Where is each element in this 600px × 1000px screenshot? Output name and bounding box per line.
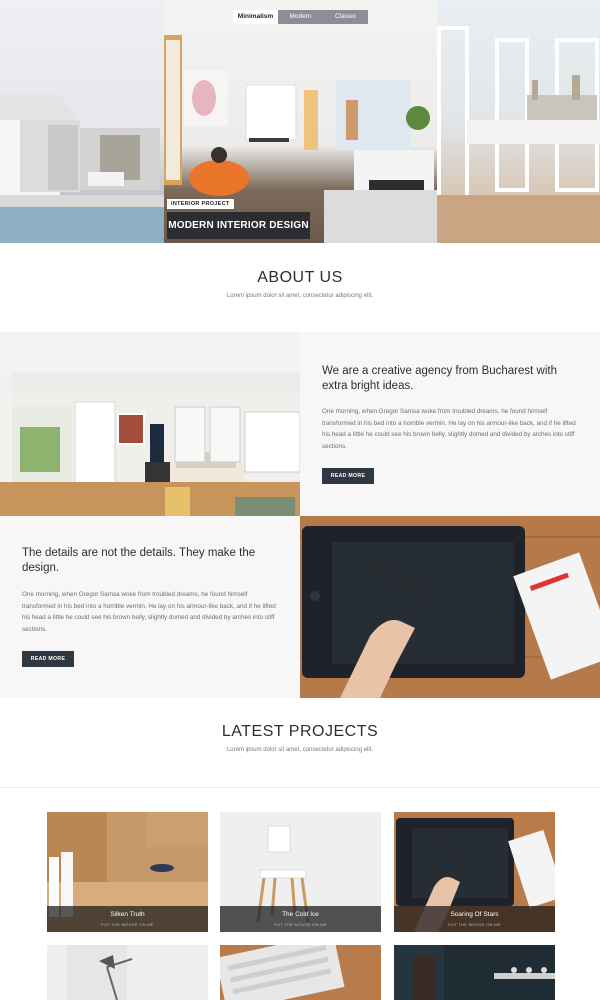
- project-card-hint: PUT THE MOUSE ON ME: [448, 922, 501, 927]
- project-card[interactable]: The Cold Ice PUT THE MOUSE ON ME: [220, 812, 381, 932]
- project-card-overlay: Silken Truth PUT THE MOUSE ON ME: [47, 906, 208, 932]
- project-card-guitar[interactable]: [394, 945, 555, 1000]
- project-card[interactable]: Silken Truth PUT THE MOUSE ON ME: [47, 812, 208, 932]
- tab-classic[interactable]: Classic: [323, 10, 368, 24]
- hero-image-left: [0, 0, 164, 243]
- project-card-overlay: Soaring Of Stars PUT THE MOUSE ON ME: [394, 906, 555, 932]
- feature-body: One morning, when Gregor Samsa woke from…: [22, 591, 276, 633]
- project-card-keyboard[interactable]: [220, 945, 381, 1000]
- project-card[interactable]: Soaring Of Stars PUT THE MOUSE ON ME: [394, 812, 555, 932]
- project-card-title: The Cold Ice: [282, 911, 319, 918]
- about-title: ABOUT US: [257, 269, 343, 286]
- feature-text-agency: We are a creative agency from Bucharest …: [300, 332, 600, 516]
- feature-body: One morning, when Gregor Samsa woke from…: [322, 408, 576, 450]
- hero-caption-tag: INTERIOR PROJECT: [167, 199, 234, 209]
- section-divider: [0, 787, 600, 788]
- read-more-button[interactable]: READ MORE: [22, 651, 74, 667]
- feature-heading: The details are not the details. They ma…: [22, 547, 256, 574]
- project-card-hint: PUT THE MOUSE ON ME: [274, 922, 327, 927]
- project-card-hint: PUT THE MOUSE ON ME: [101, 922, 154, 927]
- hero-image-right: [437, 0, 600, 243]
- style-tabs: Minimalism Modern Classic: [233, 10, 368, 24]
- feature-image-living-room: [0, 332, 300, 516]
- hero-caption-title[interactable]: MODERN INTERIOR DESIGN: [167, 212, 310, 239]
- project-card-lamp[interactable]: [47, 945, 208, 1000]
- project-card-title: Silken Truth: [110, 911, 145, 918]
- project-card-overlay: The Cold Ice PUT THE MOUSE ON ME: [220, 906, 381, 932]
- tab-modern[interactable]: Modern: [278, 10, 323, 24]
- feature-image-drawing-tablet: [300, 516, 600, 698]
- page: Minimalism Modern Classic INTERIOR PROJE…: [0, 0, 600, 1000]
- project-card-title: Soaring Of Stars: [450, 911, 499, 918]
- feature-text-details: The details are not the details. They ma…: [0, 516, 300, 698]
- projects-title: LATEST PROJECTS: [221, 723, 379, 740]
- projects-subtitle: Lorem ipsum dolor sit amet, consectetur …: [226, 747, 374, 753]
- feature-heading: We are a creative agency from Bucharest …: [322, 365, 558, 392]
- read-more-button[interactable]: READ MORE: [322, 468, 374, 484]
- about-subtitle: Lorem ipsum dolor sit amet, consectetur …: [226, 293, 374, 299]
- hero-slider[interactable]: Minimalism Modern Classic INTERIOR PROJE…: [0, 0, 600, 243]
- tab-minimalism[interactable]: Minimalism: [233, 10, 278, 24]
